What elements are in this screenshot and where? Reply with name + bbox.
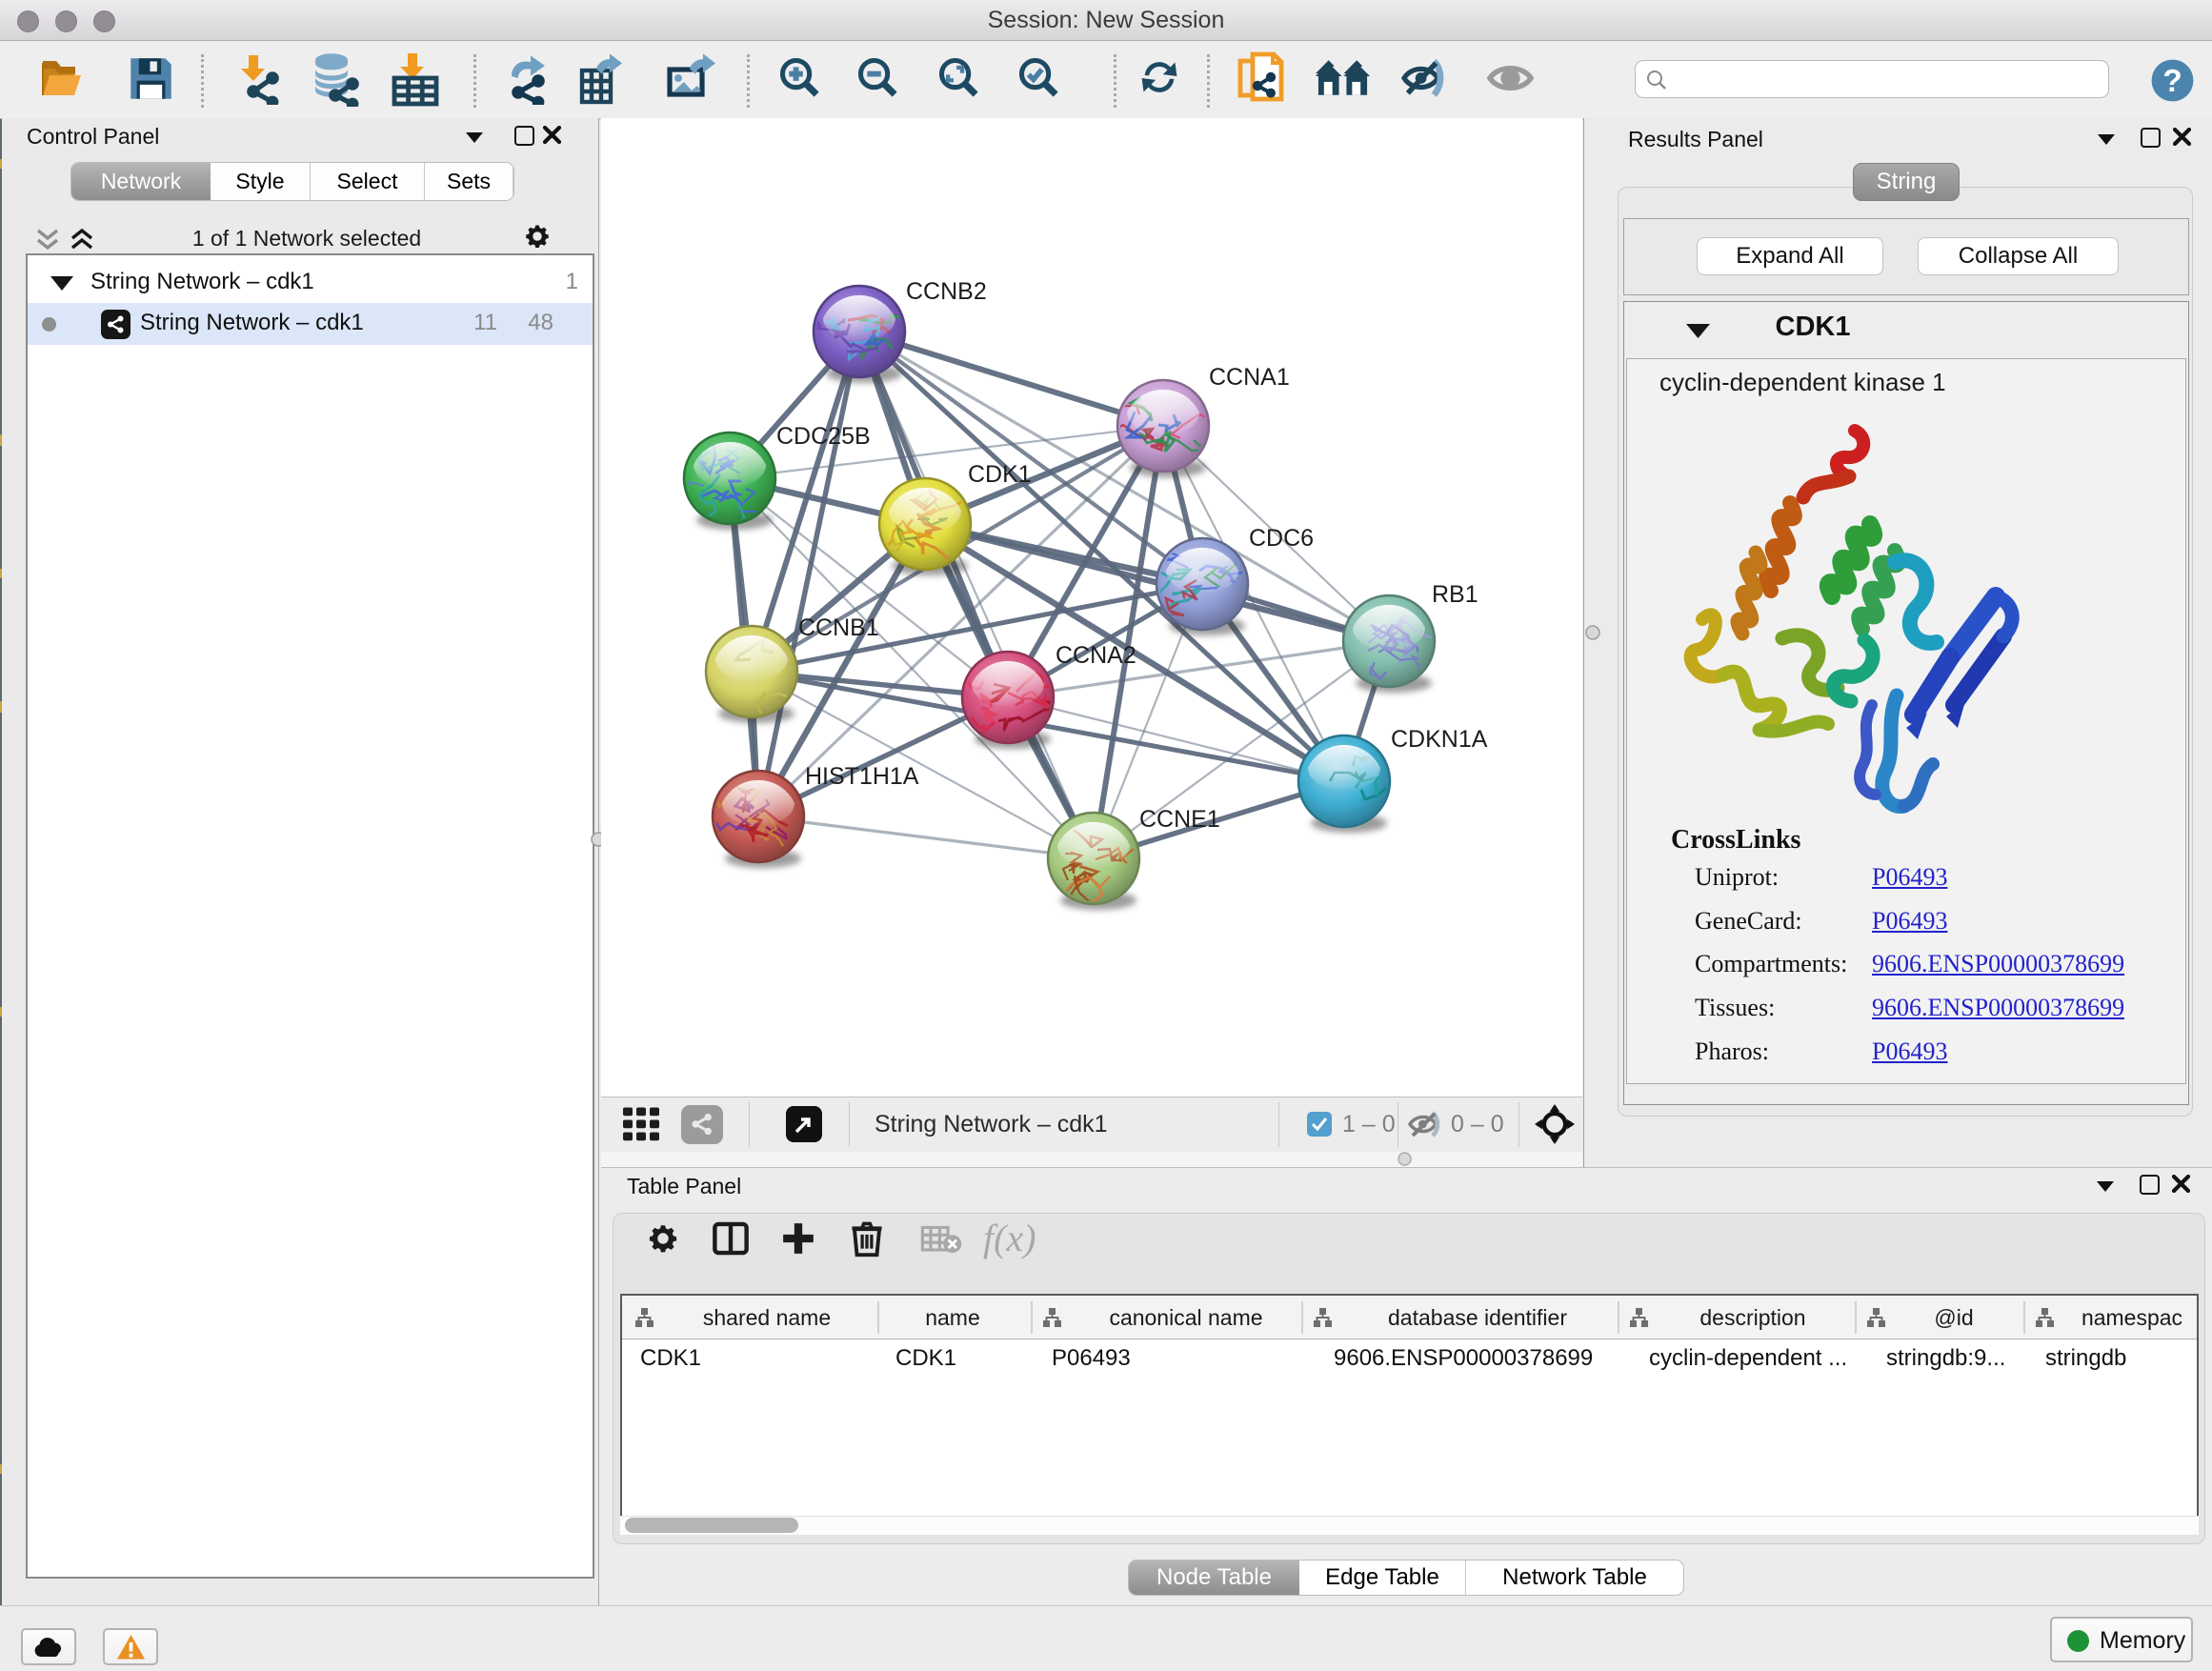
svg-text:CCNB2: CCNB2 (906, 278, 987, 305)
svg-text:@id: @id (1934, 1305, 1973, 1330)
svg-text:?: ? (2162, 64, 2182, 99)
svg-text:database identifier: database identifier (1388, 1305, 1567, 1330)
svg-text:HIST1H1A: HIST1H1A (805, 763, 919, 790)
svg-text:namespac: namespac (2081, 1305, 2182, 1330)
svg-text:CDK1: CDK1 (968, 461, 1032, 488)
svg-text:CCNB1: CCNB1 (798, 614, 879, 641)
svg-text:RB1: RB1 (1432, 581, 1478, 608)
svg-text:CCNA1: CCNA1 (1209, 364, 1290, 391)
svg-text:CCNE1: CCNE1 (1139, 806, 1220, 833)
svg-text:name: name (925, 1305, 980, 1330)
svg-text:CCNA2: CCNA2 (1056, 642, 1136, 669)
svg-text:CDC25B: CDC25B (776, 423, 871, 450)
svg-text:CDKN1A: CDKN1A (1391, 726, 1488, 753)
svg-text:canonical name: canonical name (1109, 1305, 1262, 1330)
svg-text:shared name: shared name (703, 1305, 831, 1330)
svg-text:CDC6: CDC6 (1249, 525, 1314, 552)
svg-text:description: description (1699, 1305, 1805, 1330)
